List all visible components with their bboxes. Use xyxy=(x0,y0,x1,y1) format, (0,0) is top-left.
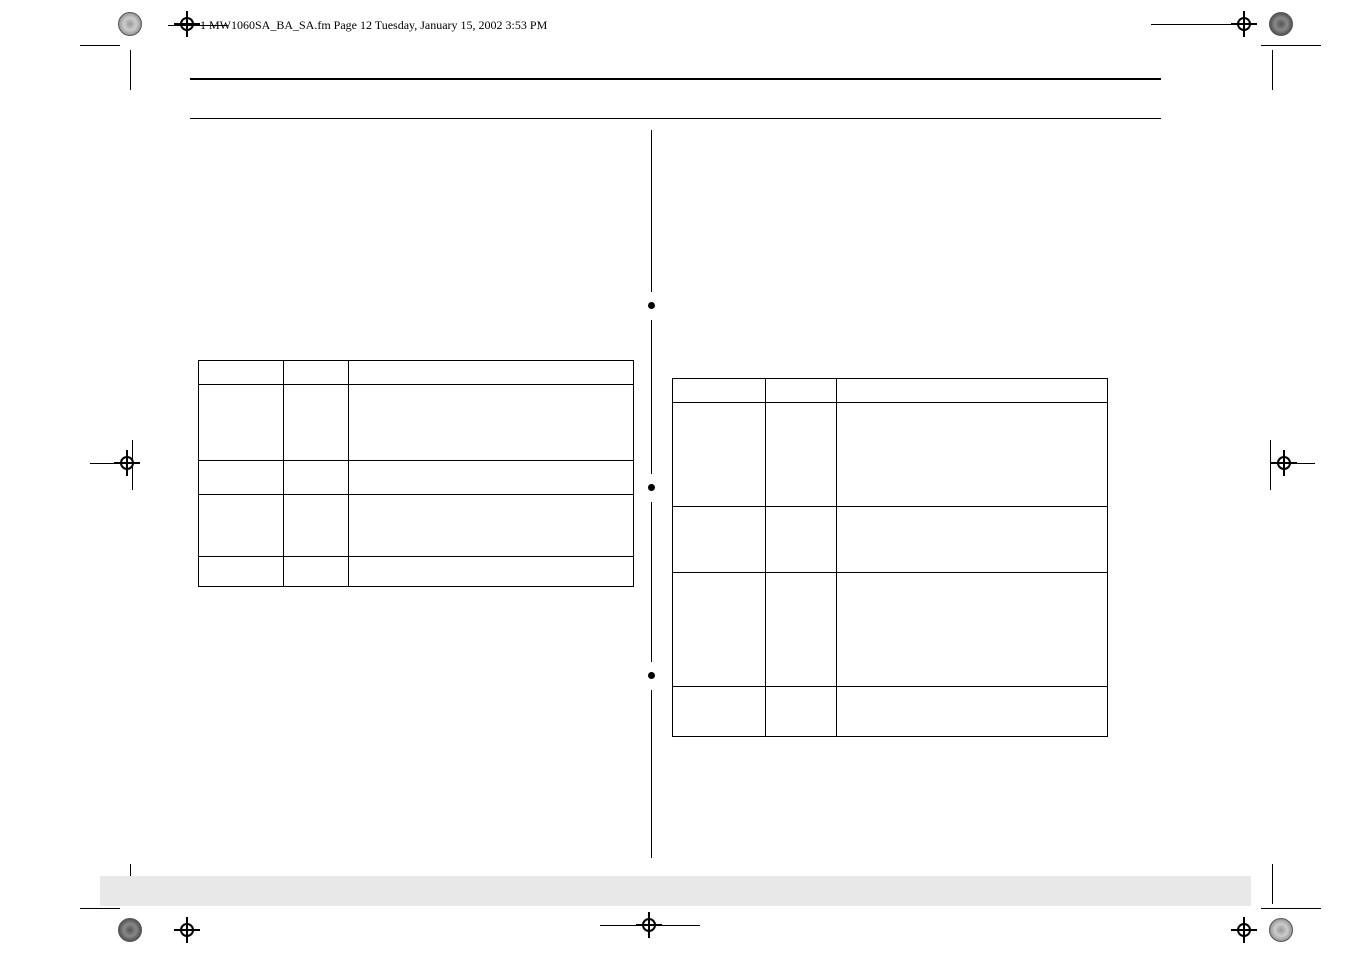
reg-target-left-mid xyxy=(118,454,136,472)
body-rule-thin xyxy=(190,118,1161,119)
right-table xyxy=(672,378,1108,737)
crop-line xyxy=(130,50,131,90)
column-divider xyxy=(651,502,652,662)
crop-header: 1 MW1060SA_BA_SA.fm Page 12 Tuesday, Jan… xyxy=(168,18,1183,32)
table-cell xyxy=(837,687,1108,737)
table-cell xyxy=(837,507,1108,573)
table-cell xyxy=(199,557,284,587)
column-divider xyxy=(651,320,652,474)
table-cell xyxy=(284,361,349,385)
column-divider xyxy=(651,130,652,292)
table-cell xyxy=(199,385,284,461)
bullet-dot xyxy=(648,672,655,679)
table-cell xyxy=(766,379,837,403)
crop-header-text: 1 MW1060SA_BA_SA.fm Page 12 Tuesday, Jan… xyxy=(200,18,547,33)
reg-target-bottom-right xyxy=(1235,921,1253,939)
footer-strip xyxy=(100,876,1251,906)
reg-circle-bottom-left xyxy=(118,918,142,942)
body-rule-thick xyxy=(190,78,1161,80)
crop-line xyxy=(132,440,133,490)
table-cell xyxy=(349,361,634,385)
table-cell xyxy=(837,379,1108,403)
table-cell xyxy=(349,385,634,461)
bullet-dot xyxy=(648,302,655,309)
header-rule-right xyxy=(1151,24,1251,25)
crop-line xyxy=(80,45,120,46)
table-cell xyxy=(673,573,766,687)
table-cell xyxy=(766,573,837,687)
table-cell xyxy=(673,379,766,403)
crop-line xyxy=(1290,463,1315,464)
crop-line xyxy=(1270,440,1271,490)
column-divider xyxy=(651,690,652,858)
reg-target-bottom-left xyxy=(178,921,196,939)
table-cell xyxy=(837,573,1108,687)
crop-line xyxy=(1272,864,1273,904)
table-cell xyxy=(349,557,634,587)
table-cell xyxy=(837,403,1108,507)
table-cell xyxy=(349,461,634,495)
table-cell xyxy=(199,461,284,495)
reg-circle-top-right xyxy=(1269,12,1293,36)
table-cell xyxy=(284,385,349,461)
table-cell xyxy=(673,687,766,737)
table-cell xyxy=(284,557,349,587)
table-cell xyxy=(199,495,284,557)
table-cell xyxy=(766,687,837,737)
table-cell xyxy=(349,495,634,557)
crop-line xyxy=(1261,908,1321,909)
crop-line xyxy=(1272,50,1273,90)
reg-circle-top-left xyxy=(118,12,142,36)
table-cell xyxy=(284,461,349,495)
crop-line xyxy=(90,463,115,464)
table-cell xyxy=(766,507,837,573)
crop-line xyxy=(80,908,120,909)
left-table xyxy=(198,360,634,587)
table-cell xyxy=(673,403,766,507)
bullet-dot xyxy=(648,484,655,491)
table-cell xyxy=(199,361,284,385)
crop-line xyxy=(600,925,700,926)
table-cell xyxy=(284,495,349,557)
reg-circle-bottom-right xyxy=(1269,918,1293,942)
table-cell xyxy=(766,403,837,507)
table-cell xyxy=(673,507,766,573)
crop-line xyxy=(1261,45,1321,46)
